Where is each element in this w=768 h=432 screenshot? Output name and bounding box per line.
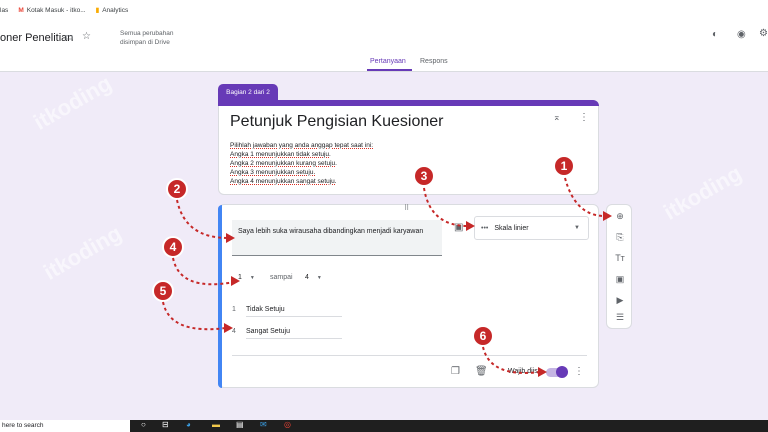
- label-2-input[interactable]: Sangat Setuju: [246, 328, 290, 335]
- more-options-icon[interactable]: ⋮: [579, 112, 589, 123]
- add-title-icon[interactable]: Tт: [607, 253, 633, 263]
- analytics-icon: ▮: [95, 7, 100, 14]
- scale-to-select[interactable]: 4 ▼: [305, 274, 322, 281]
- section-description[interactable]: Pilihlah jawaban yang anda anggap tepat …: [230, 141, 373, 186]
- preview-eye-icon[interactable]: ◉: [737, 29, 746, 40]
- bookmark-item[interactable]: las: [0, 7, 8, 14]
- import-questions-icon[interactable]: ⎘: [607, 232, 633, 243]
- marker-3: 3: [413, 165, 435, 187]
- folder-icon[interactable]: ▭: [64, 32, 73, 43]
- palette-icon[interactable]: ◐: [712, 29, 718, 40]
- form-title[interactable]: oner Penelitian: [0, 32, 73, 44]
- scale-from-select[interactable]: 1 ▼: [238, 274, 255, 281]
- bookmark-item[interactable]: M Kotak Masuk - itko...: [18, 7, 85, 14]
- floating-toolbar: ⊕ ⎘ Tт ▣ ▶ ☰: [606, 204, 632, 329]
- drag-handle-icon[interactable]: ⠿: [404, 204, 409, 212]
- watermark: itkoding: [39, 220, 126, 285]
- label-2-number: 4: [232, 328, 236, 335]
- tab-responses[interactable]: Respons: [420, 58, 448, 65]
- add-image-icon[interactable]: ▣: [454, 222, 463, 233]
- active-tab-indicator: [367, 69, 412, 71]
- add-video-icon[interactable]: ▶: [607, 295, 633, 306]
- required-label: Wajib diisi: [508, 368, 540, 375]
- linear-scale-icon: •••: [481, 224, 489, 232]
- watermark: itkoding: [659, 160, 746, 225]
- marker-4: 4: [162, 236, 184, 258]
- add-question-icon[interactable]: ⊕: [607, 211, 633, 222]
- scale-to-label: sampai: [270, 274, 293, 281]
- tab-questions[interactable]: Pertanyaan: [370, 58, 406, 65]
- taskbar-search[interactable]: here to search: [0, 420, 130, 432]
- bookmark-item[interactable]: ▮ Analytics: [95, 6, 129, 15]
- add-image-icon[interactable]: ▣: [607, 274, 633, 285]
- label-1-number: 1: [232, 306, 236, 313]
- search-icon[interactable]: ○: [141, 420, 146, 429]
- gmail-icon: M: [18, 6, 24, 14]
- label-2-underline: [246, 338, 342, 339]
- task-view-icon[interactable]: ⊟: [162, 420, 169, 429]
- question-type-dropdown[interactable]: ••• Skala linier ▼: [474, 216, 589, 240]
- duplicate-icon[interactable]: ❐: [451, 366, 460, 377]
- marker-5: 5: [152, 280, 174, 302]
- collapse-icon[interactable]: ⌅: [553, 112, 561, 123]
- edge-icon[interactable]: ◕: [186, 420, 191, 429]
- active-question-indicator: [218, 205, 222, 388]
- settings-gear-icon[interactable]: ⚙: [759, 28, 768, 39]
- arrow-5: [162, 301, 227, 331]
- bookmarks-bar: las M Kotak Masuk - itko... ▮ Analytics: [0, 0, 768, 20]
- mail-icon[interactable]: ✉: [260, 420, 267, 429]
- section-accent-bar: [218, 100, 599, 106]
- chevron-down-icon: ▼: [574, 225, 580, 231]
- footer-divider: [232, 355, 587, 356]
- star-icon[interactable]: ☆: [82, 31, 91, 42]
- question-type-label: Skala linier: [494, 224, 529, 232]
- store-icon[interactable]: ▤: [236, 420, 244, 429]
- marker-2: 2: [166, 178, 188, 200]
- watermark: itkoding: [29, 70, 116, 135]
- add-section-icon[interactable]: ☰: [607, 312, 633, 323]
- section-badge: Bagian 2 dari 2: [218, 84, 278, 101]
- chrome-icon[interactable]: ◎: [284, 420, 291, 429]
- required-toggle[interactable]: [546, 366, 568, 378]
- question-input[interactable]: Saya lebih suka wirausaha dibandingkan m…: [232, 220, 442, 256]
- more-options-icon[interactable]: ⋮: [574, 366, 584, 377]
- windows-taskbar: here to search ○ ⊟ ◕ ▬ ▤ ✉ ◎: [0, 420, 768, 432]
- saved-status: Semua perubahan disimpan di Drive: [120, 30, 174, 46]
- delete-icon[interactable]: 🗑: [475, 366, 488, 377]
- marker-6: 6: [472, 325, 494, 347]
- form-header: oner Penelitian ▭ ☆ Semua perubahan disi…: [0, 20, 768, 72]
- file-explorer-icon[interactable]: ▬: [212, 420, 220, 429]
- marker-1: 1: [553, 155, 575, 177]
- label-1-underline: [246, 316, 342, 317]
- section-title[interactable]: Petunjuk Pengisian Kuesioner: [230, 113, 443, 131]
- label-1-input[interactable]: Tidak Setuju: [246, 306, 285, 313]
